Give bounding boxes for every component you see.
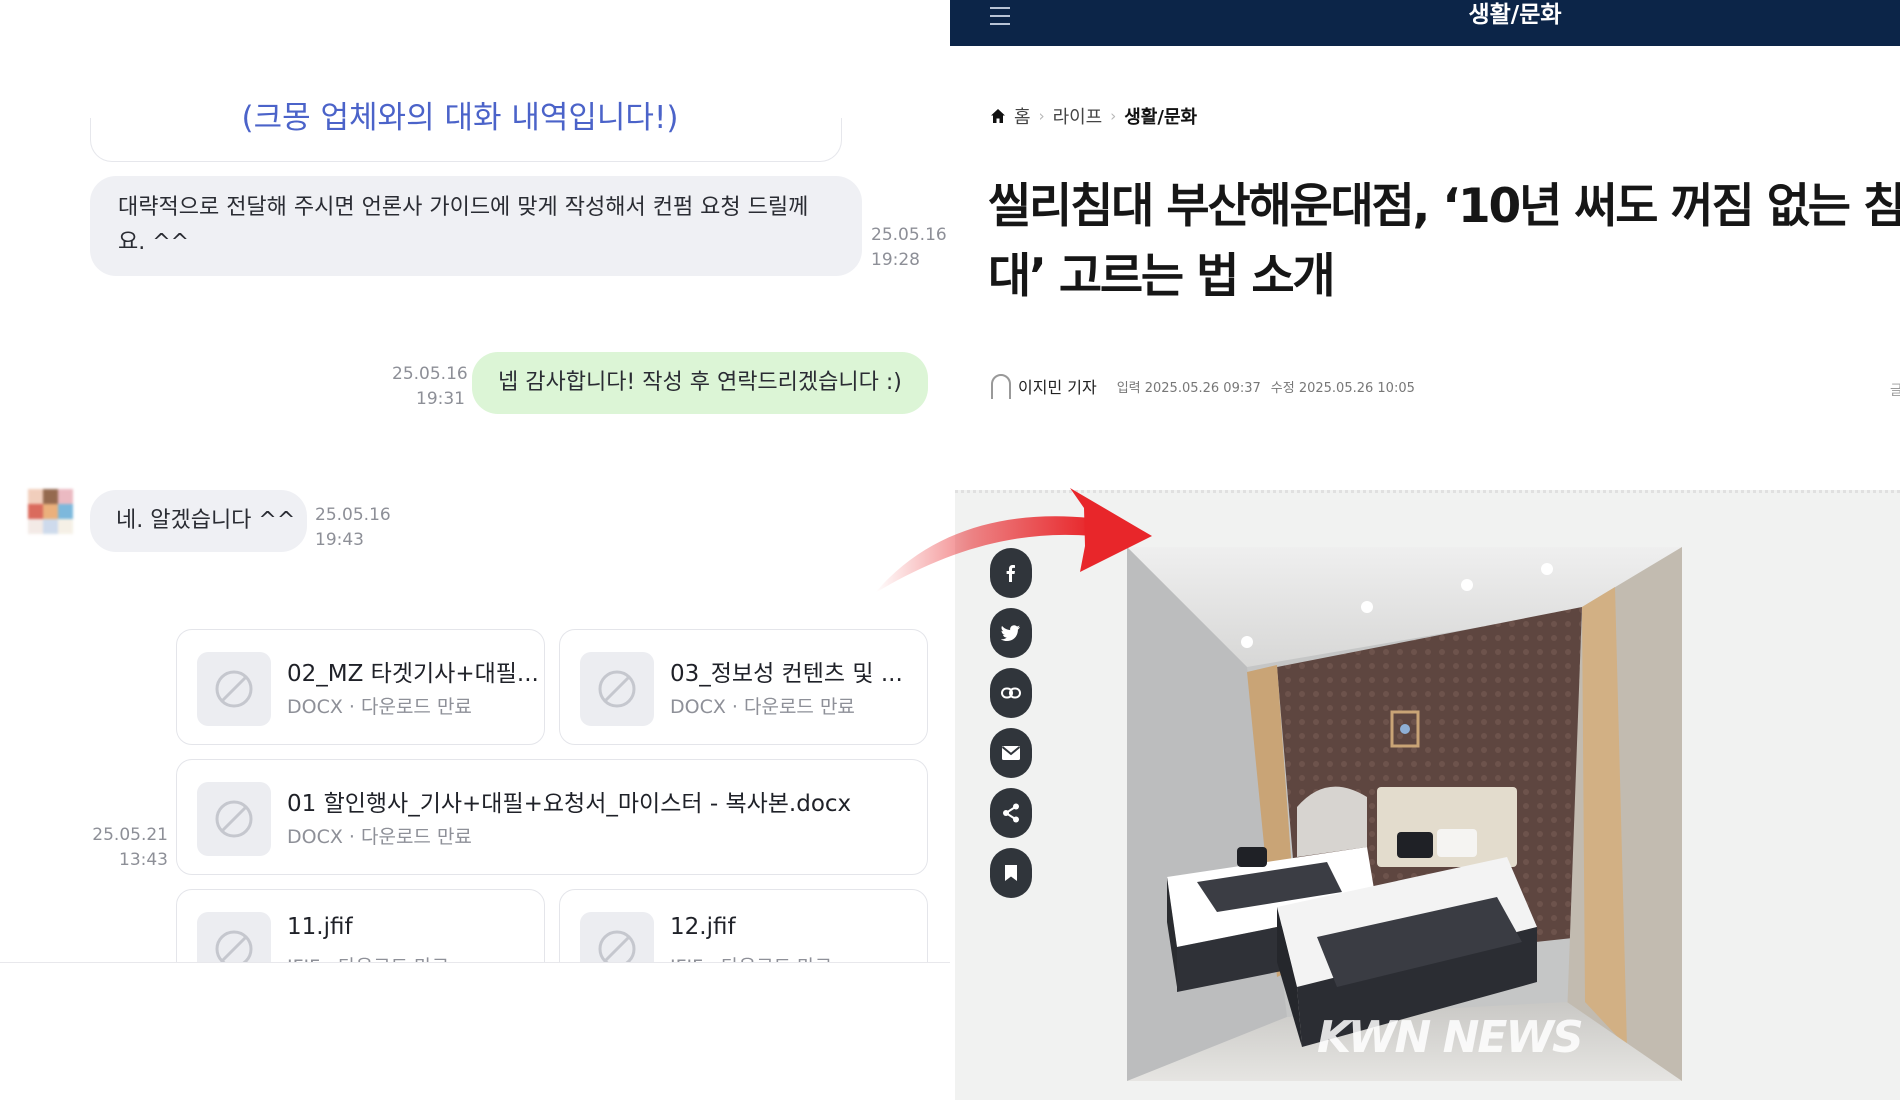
article-byline: 이지민 기자 입력 2025.05.26 09:37 수정 2025.05.26…: [990, 373, 1425, 399]
font-size-control[interactable]: 글: [1890, 380, 1900, 400]
file-attachment[interactable]: 03_정보성 컨텐츠 및 ... DOCX · 다운로드 만료: [559, 629, 928, 745]
message-text: 넵 감사합니다! 작성 후 연락드리겠습니다 :): [498, 370, 902, 395]
twitter-icon: [1001, 625, 1020, 641]
email-share-button[interactable]: [990, 728, 1032, 778]
message-timestamp: 25.05.16 19:43: [315, 503, 391, 553]
section-title: 생활/문화: [1468, 2, 1562, 28]
published-date: 입력 2025.05.26 09:37: [1116, 380, 1261, 396]
message-date: 25.05.16: [871, 225, 947, 245]
message-text: 네. 알겠습니다 ^^: [116, 508, 296, 533]
message-time: 19:31: [416, 389, 465, 409]
breadcrumb: 홈 › 라이프 › 생활/문화: [990, 103, 1197, 129]
file-attachment[interactable]: 01 할인행사_기사+대필+요청서_마이스터 - 복사본.docx DOCX ·…: [176, 759, 928, 875]
files-timestamp: 25.05.21 13:43: [92, 823, 168, 873]
bedroom-showroom-photo: KWN NEWS: [1127, 547, 1682, 1081]
message-bubble-incoming: 대략적으로 전달해 주시면 언론사 가이드에 맞게 작성해서 컨펌 요청 드릴께…: [90, 176, 862, 276]
message-bubble-outgoing: 넵 감사합니다! 작성 후 연락드리겠습니다 :): [472, 352, 928, 414]
file-meta: DOCX · 다운로드 만료: [670, 696, 855, 718]
file-name: 02_MZ 타겟기사+대필...: [287, 661, 539, 687]
chevron-right-icon: ›: [1038, 107, 1045, 125]
file-thumbnail: [580, 652, 654, 726]
file-meta: DOCX · 다운로드 만료: [287, 696, 472, 718]
message-timestamp: 25.05.16 19:31: [392, 362, 468, 412]
reporter-avatar-icon: [991, 374, 1011, 399]
message-text: 대략적으로 전달해 주시면 언론사 가이드에 맞게 작성해서 컨펌 요청 드릴께…: [118, 195, 809, 255]
message-date: 25.05.16: [315, 505, 391, 525]
message-time: 19:28: [871, 250, 920, 270]
home-icon[interactable]: [990, 108, 1006, 124]
copy-link-button[interactable]: [990, 668, 1032, 718]
share-button[interactable]: [990, 788, 1032, 838]
file-meta: DOCX · 다운로드 만료: [287, 826, 472, 848]
bookmark-icon: [1005, 865, 1017, 881]
modified-date: 수정 2025.05.26 10:05: [1270, 380, 1415, 396]
share-toolbar: [990, 548, 1032, 908]
file-name: 11.jfif: [287, 914, 353, 940]
reporter-name[interactable]: 이지민 기자: [1018, 374, 1097, 398]
red-arrow-annotation: [875, 488, 1152, 593]
message-date: 25.05.16: [392, 364, 468, 384]
file-thumbnail: [197, 782, 271, 856]
chevron-right-icon: ›: [1110, 107, 1117, 125]
file-name: 01 할인행사_기사+대필+요청서_마이스터 - 복사본.docx: [287, 791, 852, 817]
link-icon: [1001, 687, 1021, 699]
blocked-icon: [215, 670, 253, 708]
article-photo[interactable]: KWN NEWS: [1127, 547, 1682, 1081]
crop-area: [0, 962, 950, 1100]
email-icon: [1001, 746, 1021, 760]
avatar[interactable]: [28, 489, 74, 535]
bookmark-button[interactable]: [990, 848, 1032, 898]
file-name: 03_정보성 컨텐츠 및 ...: [670, 661, 903, 687]
top-navigation-bar: 생활/문화: [950, 0, 1900, 46]
message-timestamp: 25.05.16 19:28: [871, 223, 947, 273]
breadcrumb-life[interactable]: 라이프: [1053, 103, 1103, 129]
chat-panel: (크몽 업체와의 대화 내역입니다!) 대략적으로 전달해 주시면 언론사 가이…: [0, 0, 950, 1100]
photo-watermark: KWN NEWS: [1317, 1012, 1582, 1063]
previous-bubble-edge: [90, 118, 842, 162]
twitter-share-button[interactable]: [990, 608, 1032, 658]
message-time: 19:43: [315, 530, 364, 550]
file-thumbnail: [197, 652, 271, 726]
file-name: 12.jfif: [670, 914, 736, 940]
breadcrumb-current[interactable]: 생활/문화: [1124, 103, 1197, 129]
composite-screenshot: (크몽 업체와의 대화 내역입니다!) 대략적으로 전달해 주시면 언론사 가이…: [0, 0, 1900, 1100]
breadcrumb-home[interactable]: 홈: [1014, 103, 1031, 129]
files-date: 25.05.21: [92, 825, 168, 845]
file-attachment[interactable]: 02_MZ 타겟기사+대필... DOCX · 다운로드 만료: [176, 629, 545, 745]
blocked-icon: [215, 800, 253, 838]
files-time: 13:43: [119, 850, 168, 870]
message-bubble-incoming: 네. 알겠습니다 ^^: [90, 490, 307, 552]
blocked-icon: [598, 670, 636, 708]
share-icon: [1003, 803, 1019, 823]
article-headline: 씰리침대 부산해운대점, ‘10년 써도 꺼짐 없는 침대’ 고르는 법 소개: [988, 179, 1900, 304]
